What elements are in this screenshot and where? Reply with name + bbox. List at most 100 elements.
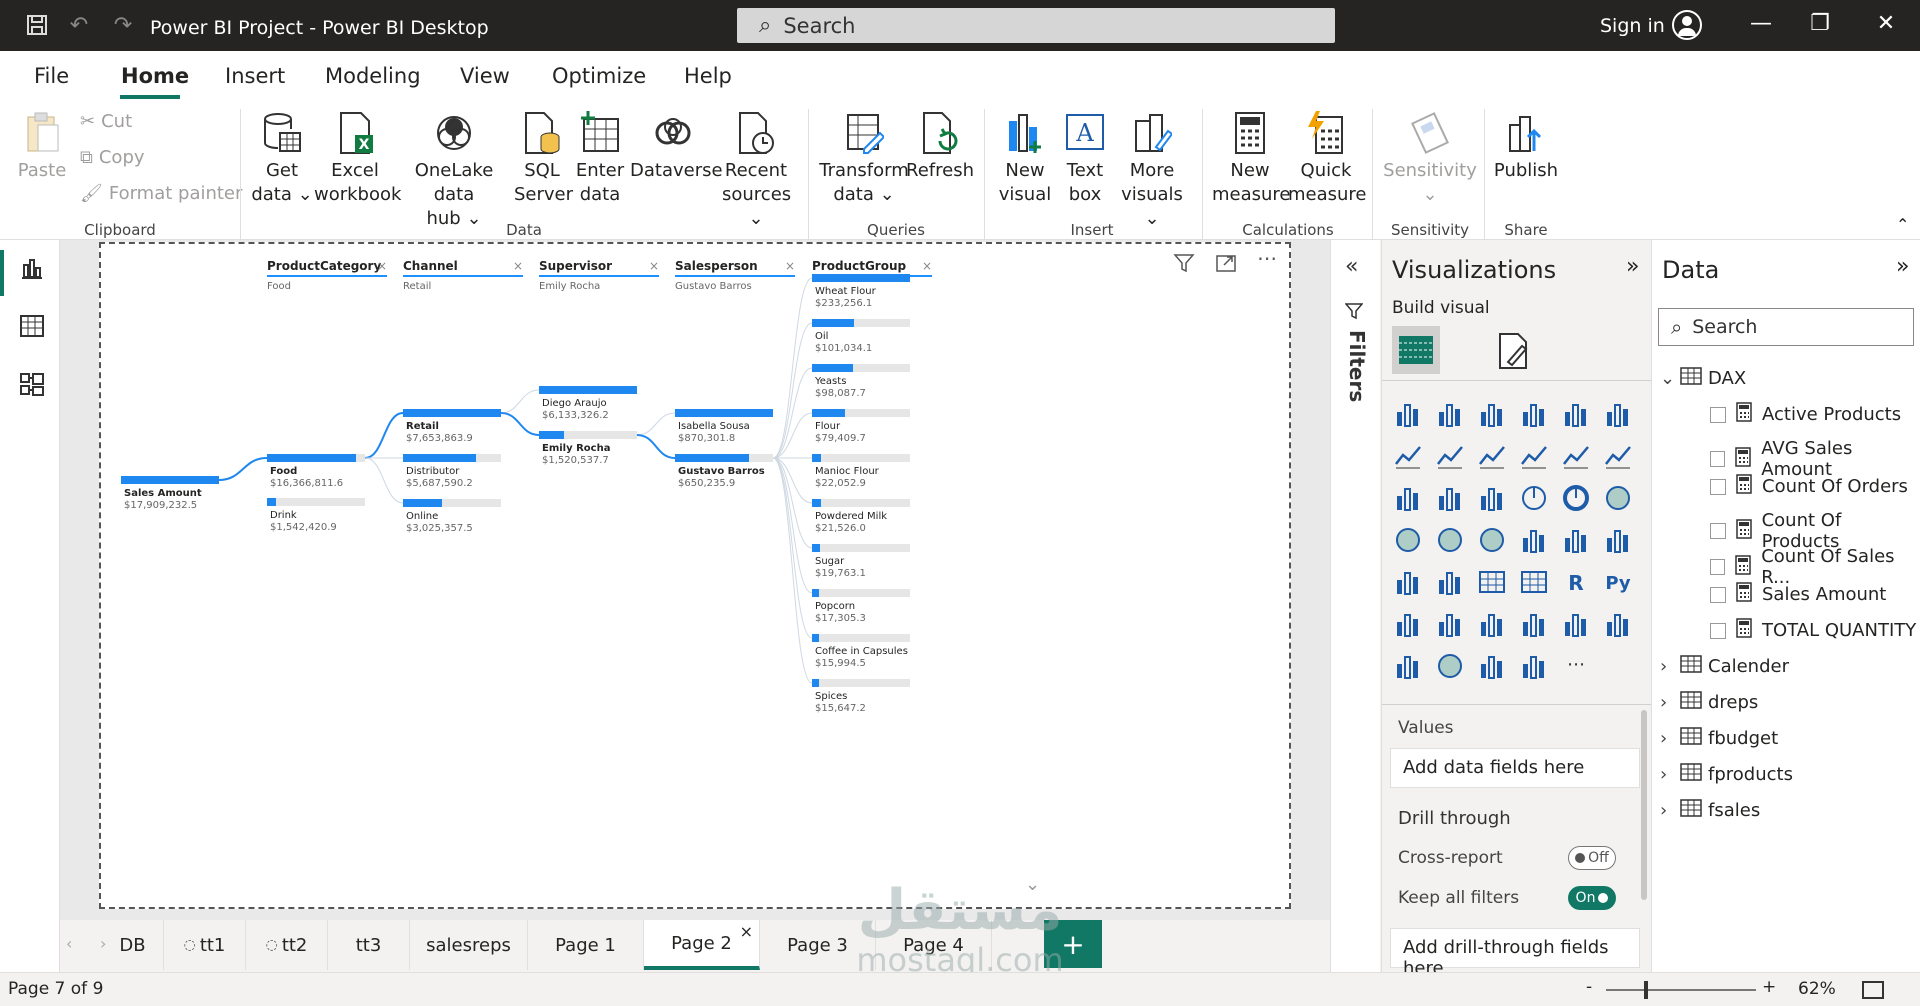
table-item[interactable]: ⌄ DAX <box>1660 366 1746 391</box>
save-icon[interactable] <box>24 12 50 38</box>
level-header[interactable]: ProductCategory × <box>267 259 387 277</box>
remove-level-icon[interactable]: × <box>785 259 795 273</box>
get-data-button[interactable]: Get data ⌄ <box>250 111 314 207</box>
collapse-ribbon-icon[interactable]: ⌃ <box>1896 215 1909 234</box>
tree-node-bar[interactable] <box>403 454 501 462</box>
text-box-button[interactable]: A Text box <box>1058 111 1112 207</box>
quick-measure-button[interactable]: Quick measure <box>1288 111 1367 207</box>
menu-modeling[interactable]: Modeling <box>325 64 421 88</box>
page-tab[interactable]: ◌ tt2 <box>246 920 328 970</box>
tree-node-bar[interactable] <box>812 454 910 462</box>
tree-node-bar[interactable] <box>403 409 501 417</box>
tree-node-bar[interactable] <box>812 589 910 597</box>
card-icon[interactable] <box>1562 526 1590 554</box>
menu-help[interactable]: Help <box>684 64 732 88</box>
menu-insert[interactable]: Insert <box>225 64 285 88</box>
keep-all-filters-toggle[interactable]: On <box>1568 886 1616 910</box>
map-icon[interactable] <box>1394 526 1422 554</box>
ribbon-chart-icon[interactable] <box>1604 442 1632 470</box>
chevron-right-icon[interactable]: › <box>1660 692 1674 713</box>
excel-workbook-button[interactable]: X Excel workbook <box>314 111 401 207</box>
remove-level-icon[interactable]: × <box>377 259 387 273</box>
remove-level-icon[interactable]: × <box>922 259 932 273</box>
page-tab[interactable]: salesreps <box>410 920 528 970</box>
slicer-icon[interactable] <box>1436 568 1464 596</box>
menu-optimize[interactable]: Optimize <box>552 64 646 88</box>
chevron-right-icon[interactable]: › <box>1660 728 1674 749</box>
chevron-right-icon[interactable]: › <box>1660 656 1674 677</box>
paste-button[interactable]: Paste <box>14 111 70 183</box>
clustered-column-chart-icon[interactable] <box>1520 400 1548 428</box>
cut-button[interactable]: ✂ Cut <box>80 111 132 132</box>
format-painter-button[interactable]: 🖌 Format painter <box>80 183 242 204</box>
more-visuals-icon[interactable]: ⋯ <box>1562 652 1590 680</box>
qa-icon[interactable] <box>1478 610 1506 638</box>
field-item[interactable]: Active Products <box>1710 402 1901 427</box>
filters-pane-collapsed[interactable]: « Filters <box>1330 240 1380 972</box>
drill-through-well[interactable]: Add drill-through fields here <box>1390 928 1640 979</box>
sensitivity-button[interactable]: Sensitivity ⌄ <box>1382 111 1478 207</box>
python-visual-icon[interactable]: Py <box>1604 568 1632 596</box>
field-checkbox[interactable] <box>1710 523 1726 539</box>
zoom-in-button[interactable]: + <box>1762 977 1776 997</box>
table-item[interactable]: › fproducts <box>1660 762 1793 787</box>
kpi-icon[interactable] <box>1394 568 1422 596</box>
tree-node-bar[interactable] <box>812 544 910 552</box>
tree-node-bar[interactable] <box>812 319 910 327</box>
field-checkbox[interactable] <box>1710 478 1726 495</box>
100-percent-bar-chart-icon[interactable] <box>1562 400 1590 428</box>
copy-button[interactable]: ⧉ Copy <box>80 147 145 168</box>
tree-node-bar[interactable] <box>812 499 910 507</box>
refresh-button[interactable]: Refresh <box>906 111 974 183</box>
avatar-icon[interactable] <box>1672 10 1702 40</box>
page-tab[interactable]: Page 2 × <box>644 920 760 970</box>
close-tab-icon[interactable]: × <box>740 922 753 941</box>
page-tab[interactable]: DB <box>102 920 164 970</box>
100-percent-column-chart-icon[interactable] <box>1604 400 1632 428</box>
funnel-chart-icon[interactable] <box>1436 484 1464 512</box>
page-tab[interactable]: tt3 <box>328 920 410 970</box>
remove-level-icon[interactable]: × <box>649 259 659 273</box>
expand-filters-icon[interactable]: « <box>1345 254 1358 279</box>
scroll-down-icon[interactable]: ⌄ <box>1025 874 1040 895</box>
scatter-chart-icon[interactable] <box>1478 484 1506 512</box>
publish-button[interactable]: Publish <box>1490 111 1562 183</box>
zoom-slider-track[interactable] <box>1606 989 1756 991</box>
smart-narrative-icon[interactable] <box>1394 652 1422 680</box>
viz-pane-scrollbar[interactable] <box>1641 710 1647 900</box>
page-tab[interactable]: Page 4 <box>876 920 992 970</box>
remove-level-icon[interactable]: × <box>513 259 523 273</box>
tree-node-bar[interactable] <box>812 679 910 687</box>
fit-to-page-icon[interactable] <box>1862 981 1884 999</box>
power-apps-icon[interactable] <box>1604 610 1632 638</box>
zoom-out-button[interactable]: - <box>1586 977 1592 997</box>
menu-home[interactable]: Home <box>121 64 189 88</box>
field-checkbox[interactable] <box>1710 451 1726 467</box>
zoom-slider-thumb[interactable] <box>1644 981 1648 999</box>
line-and-clustered-column-icon[interactable] <box>1562 442 1590 470</box>
treemap-icon[interactable] <box>1604 484 1632 512</box>
tree-node-bar[interactable] <box>812 409 910 417</box>
format-visual-tab[interactable] <box>1494 332 1532 374</box>
line-chart-icon[interactable] <box>1394 442 1422 470</box>
field-checkbox[interactable] <box>1710 622 1726 639</box>
field-checkbox[interactable] <box>1710 406 1726 423</box>
recent-sources-button[interactable]: Recent sources ⌄ <box>722 111 791 231</box>
multi-row-card-icon[interactable] <box>1604 526 1632 554</box>
close-icon[interactable]: ✕ <box>1866 11 1906 36</box>
page-tab[interactable]: Page 1 <box>528 920 644 970</box>
field-item[interactable]: TOTAL QUANTITY <box>1710 618 1916 643</box>
field-checkbox[interactable] <box>1710 586 1726 603</box>
tree-node-bar[interactable] <box>812 634 910 642</box>
table-item[interactable]: › fsales <box>1660 798 1760 823</box>
model-view-icon[interactable] <box>14 366 50 402</box>
data-search-input[interactable]: ⌕ Search <box>1658 308 1914 346</box>
enter-data-button[interactable]: Enter data <box>574 111 626 207</box>
minimize-icon[interactable]: — <box>1741 11 1781 36</box>
stacked-area-chart-icon[interactable] <box>1478 442 1506 470</box>
power-automate-icon[interactable] <box>1478 652 1506 680</box>
line-and-column-chart-icon[interactable] <box>1520 442 1548 470</box>
onelake-data-hub-button[interactable]: OneLake data hub ⌄ <box>398 111 510 231</box>
scroll-left-icon[interactable]: ‹ <box>66 934 72 953</box>
sql-server-button[interactable]: SQL Server <box>514 111 573 207</box>
